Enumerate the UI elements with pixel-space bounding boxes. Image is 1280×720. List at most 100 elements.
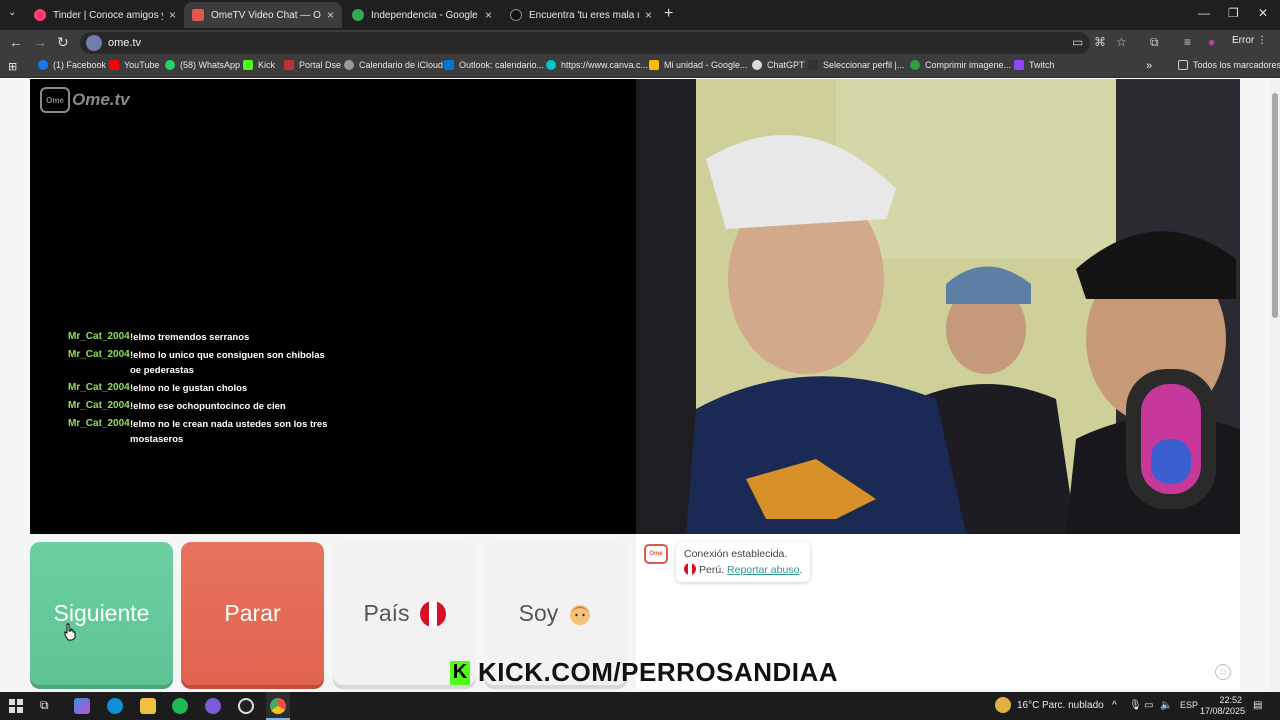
maps-pin-icon	[352, 9, 364, 21]
bookmark-star-icon[interactable]: ☆	[1116, 35, 1127, 49]
edge-icon[interactable]	[107, 698, 123, 714]
bookmark-label: (58) WhatsApp	[180, 60, 241, 70]
bookmark-youtube[interactable]: YouTube	[109, 60, 159, 70]
weather-text[interactable]: Parc. nublado	[1042, 700, 1104, 711]
scrollbar-thumb[interactable]	[1272, 93, 1278, 318]
ometv-icon	[192, 9, 204, 21]
bookmark-outlook[interactable]: Outlook: calendario...	[444, 60, 544, 70]
temperature[interactable]: 16°C	[1017, 700, 1039, 711]
ometv-bot-icon: Ome	[644, 544, 668, 564]
profile-page-icon	[808, 60, 818, 70]
file-explorer-icon[interactable]	[140, 698, 156, 714]
facebook-icon	[38, 60, 48, 70]
more-bookmarks-icon[interactable]: »	[1146, 60, 1152, 72]
microphone-icon[interactable]: 🎙	[1129, 700, 1142, 711]
spotify-icon[interactable]	[172, 698, 188, 714]
weather-icon[interactable]	[995, 697, 1011, 713]
apple-icon	[344, 60, 354, 70]
site-info-icon[interactable]	[86, 35, 102, 51]
translate-icon[interactable]: ⌘	[1094, 35, 1106, 49]
tab-google-maps[interactable]: Independencia - Google Maps ×	[344, 2, 500, 28]
extensions-icon[interactable]: ⧉	[1150, 35, 1159, 50]
reading-list-icon[interactable]: ≡	[1184, 35, 1191, 49]
report-abuse-link[interactable]: Reportar abuso	[727, 564, 799, 576]
tab-ometv[interactable]: OmeTV Video Chat — Ome ×	[184, 2, 342, 28]
chat-text: !elmo lo unico que consiguen son chibola…	[130, 350, 325, 376]
network-icon[interactable]: ▭	[1144, 700, 1153, 711]
bookmark-whatsapp[interactable]: (58) WhatsApp	[165, 60, 240, 70]
ometv-logo[interactable]: Ome Ome.tv	[40, 87, 130, 113]
page-scrollbar[interactable]	[1270, 79, 1280, 692]
tab-tinder[interactable]: Tinder | Conoce amigos y gente ×	[26, 2, 184, 28]
local-video-panel: Ome Ome.tv Mr_Cat_2004 !elmo tremendos s…	[30, 79, 636, 534]
peru-flag-small-icon	[684, 563, 696, 575]
tab-title: Tinder | Conoce amigos y gente	[53, 9, 163, 21]
ometv-logo-text: Ome.tv	[72, 90, 130, 109]
bookmark-label: Outlook: calendario...	[459, 60, 545, 70]
close-icon[interactable]: ×	[327, 8, 334, 22]
chrome-active-indicator	[266, 692, 290, 720]
next-button[interactable]: Siguiente	[30, 542, 173, 685]
bookmark-twitch[interactable]: Twitch	[1014, 60, 1055, 70]
task-view-icon[interactable]: ⧉	[40, 698, 49, 713]
reload-icon[interactable]: ↻	[57, 34, 69, 51]
emoji-icon[interactable]: ☺	[1215, 664, 1231, 680]
cast-icon[interactable]: ▭	[1072, 35, 1083, 49]
close-icon[interactable]: ×	[169, 8, 176, 22]
profile-icon[interactable]: ●	[1208, 35, 1215, 49]
apps-grid-icon[interactable]: ⊞	[8, 60, 17, 73]
bookmark-label: Calendario de iCloud	[359, 60, 444, 70]
close-icon[interactable]: ×	[485, 8, 492, 22]
copilot-icon[interactable]	[74, 698, 90, 714]
clock-time: 22:52	[1219, 695, 1242, 705]
chat-user: Mr_Cat_2004	[68, 418, 130, 429]
new-tab-button[interactable]: +	[664, 5, 673, 23]
bookmark-icloud[interactable]: Calendario de iCloud	[344, 60, 443, 70]
canva-icon	[546, 60, 556, 70]
kick-stream-overlay: K KICK.COM/PERROSANDIAA	[450, 657, 838, 688]
chat-message: Mr_Cat_2004 !elmo no le crean nada usted…	[68, 418, 338, 447]
forward-icon[interactable]: →	[33, 34, 47, 50]
error-button[interactable]: Error ⋮	[1232, 35, 1267, 46]
stop-button[interactable]: Parar	[181, 542, 324, 685]
chat-overlay: Mr_Cat_2004 !elmo tremendos serranos Mr_…	[68, 331, 338, 451]
restore-icon[interactable]: ❐	[1228, 6, 1239, 20]
notifications-icon[interactable]: ▤	[1253, 700, 1262, 711]
chat-user: Mr_Cat_2004	[68, 382, 130, 393]
portal-icon	[284, 60, 294, 70]
tray-overflow-icon[interactable]: ^	[1112, 700, 1117, 711]
whatsapp-icon	[165, 60, 175, 70]
tab-tiktok[interactable]: Encuentra 'tu eres mala mala d ×	[502, 2, 660, 28]
volume-icon[interactable]: 🔈	[1160, 700, 1172, 711]
peru-flag-icon	[419, 600, 446, 627]
language-indicator[interactable]: ESP	[1180, 700, 1198, 710]
chat-user: Mr_Cat_2004	[68, 400, 130, 411]
obs-icon[interactable]	[238, 698, 254, 714]
chat-text: !elmo tremendos serranos	[130, 332, 250, 343]
compress-icon	[910, 60, 920, 70]
bookmark-facebook[interactable]: (1) Facebook	[38, 60, 106, 70]
window-close-icon[interactable]: ✕	[1258, 6, 1268, 20]
ometv-logo-icon: Ome	[40, 87, 70, 113]
bookmarks-bar: ⊞ (1) Facebook YouTube (58) WhatsApp Kic…	[0, 56, 1280, 78]
minimize-icon[interactable]: —	[1198, 6, 1210, 20]
omnibox[interactable]: ome.tv	[80, 32, 1090, 54]
bookmark-google-drive[interactable]: Mi unidad - Google...	[649, 60, 748, 70]
all-bookmarks-label: Todos los marcadores	[1193, 60, 1280, 70]
windows-start-icon[interactable]	[9, 699, 23, 713]
back-icon[interactable]: ←	[9, 34, 23, 50]
bookmark-chatgpt[interactable]: ChatGPT	[752, 60, 805, 70]
tab-search-icon[interactable]: ⌄	[8, 7, 16, 18]
tab-title: Independencia - Google Maps	[371, 9, 479, 21]
clock[interactable]: 22:52 17/08/2025	[1200, 695, 1245, 717]
chat-message: Mr_Cat_2004 !elmo ese ochopuntocinco de …	[68, 400, 338, 414]
bookmark-portal-dse[interactable]: Portal Dse	[284, 60, 341, 70]
close-icon[interactable]: ×	[645, 8, 652, 22]
bookmark-seleccionar-perfil[interactable]: Seleccionar perfil |...	[808, 60, 904, 70]
address-bar: ← → ↻ ome.tv ▭ ⌘ ☆ ⧉ ≡ ● Error ⋮	[0, 30, 1280, 56]
bookmark-kick[interactable]: Kick	[243, 60, 275, 70]
bookmark-canva[interactable]: https://www.canva.c...	[546, 60, 648, 70]
bookmark-comprimir[interactable]: Comprimir imagene...	[910, 60, 1011, 70]
discord-icon[interactable]	[205, 698, 221, 714]
all-bookmarks-folder[interactable]: Todos los marcadores	[1178, 60, 1280, 70]
